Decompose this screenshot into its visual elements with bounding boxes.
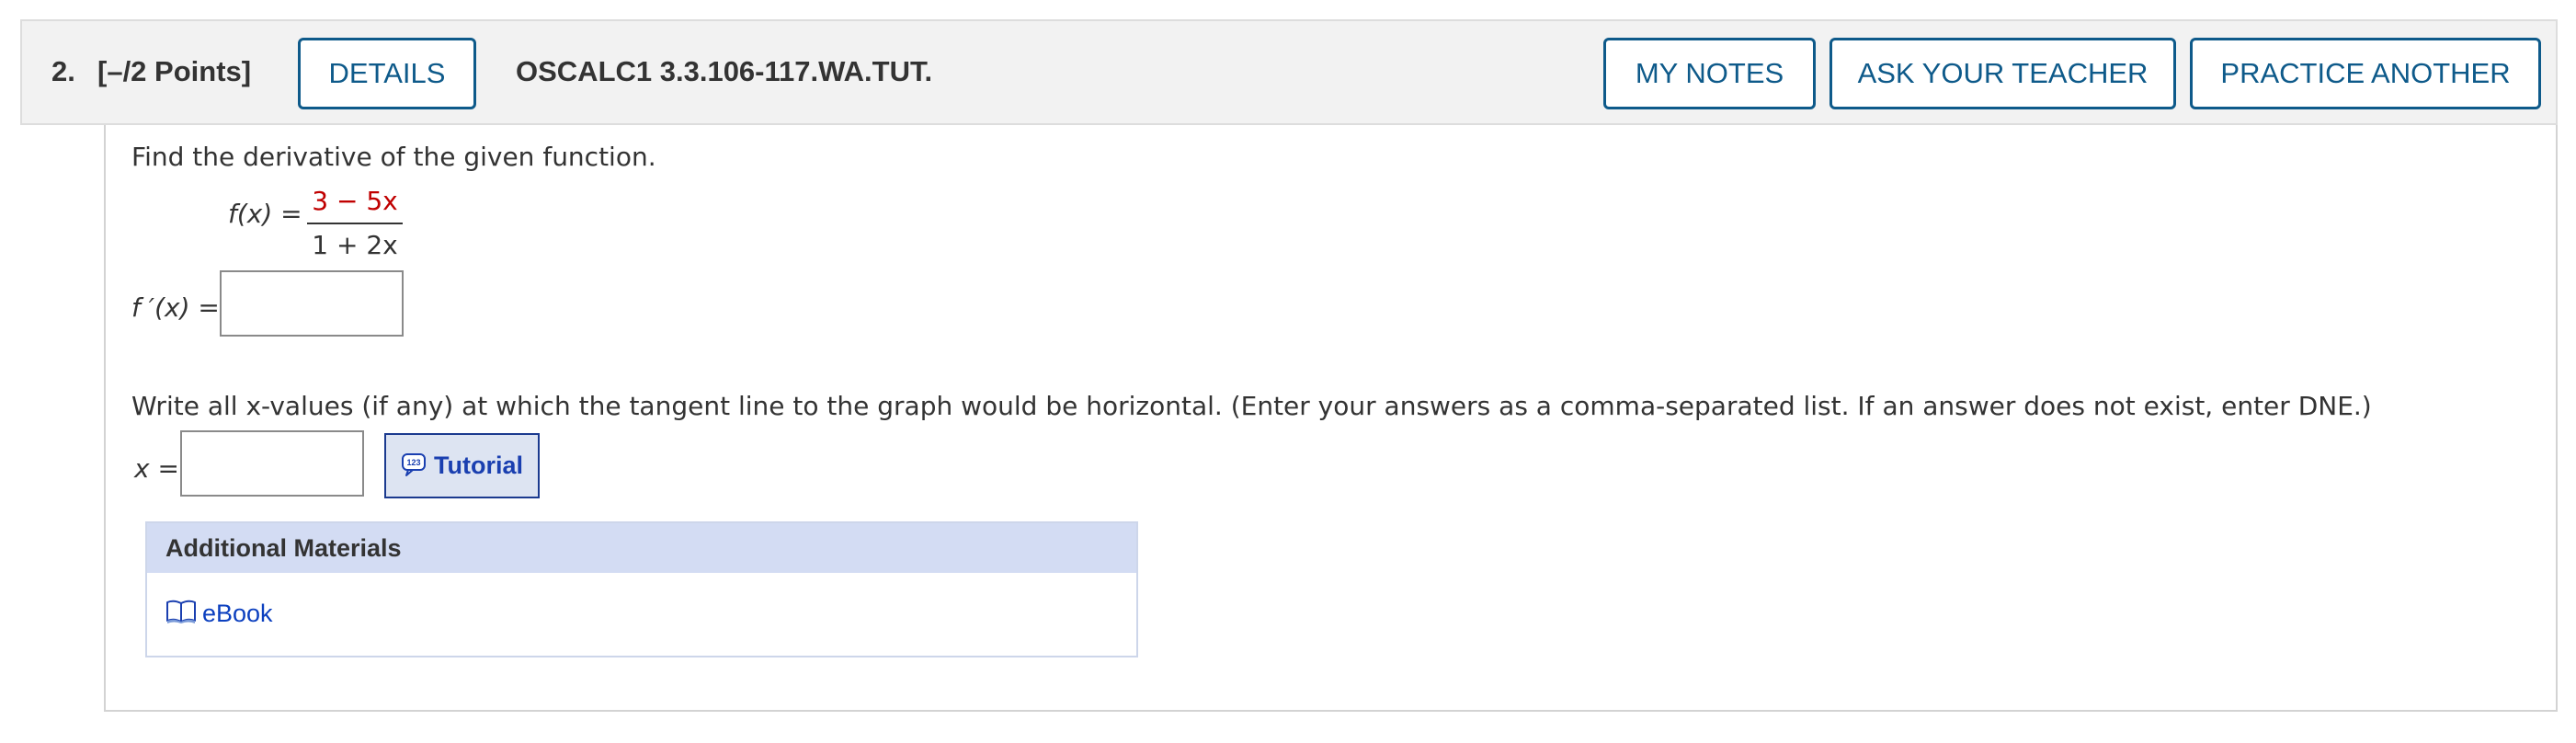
question-number: 2.: [51, 55, 75, 87]
calculator-chat-icon: 123: [401, 452, 427, 481]
fraction-denominator: 1 + 2x: [312, 230, 398, 260]
fraction-bar: [307, 223, 403, 224]
details-button[interactable]: DETAILS: [298, 38, 476, 109]
question-page: 2. [–/2 Points] DETAILS OSCALC1 3.3.106-…: [0, 0, 2576, 743]
function-lhs: f(x) =: [228, 199, 302, 229]
question-header: 2. [–/2 Points] DETAILS OSCALC1 3.3.106-…: [20, 19, 2558, 125]
question-prompt: Find the derivative of the given functio…: [131, 142, 656, 172]
derivative-answer-input[interactable]: [220, 270, 404, 337]
my-notes-button[interactable]: MY NOTES: [1603, 38, 1816, 109]
ebook-link[interactable]: eBook: [165, 599, 273, 628]
tutorial-label: Tutorial: [434, 452, 523, 479]
additional-materials-heading: Additional Materials: [147, 523, 1136, 573]
practice-another-button[interactable]: PRACTICE ANOTHER: [2190, 38, 2541, 109]
ebook-label: eBook: [202, 599, 273, 627]
additional-materials-panel: Additional Materials eBook: [145, 521, 1138, 657]
horizontal-tangent-instruction: Write all x-values (if any) at which the…: [131, 391, 2372, 421]
x-values-label: x =: [134, 453, 179, 484]
tutorial-button[interactable]: 123 Tutorial: [384, 433, 540, 498]
fraction-numerator: 3 − 5x: [312, 186, 398, 216]
question-points: [–/2 Points]: [97, 55, 252, 87]
ask-your-teacher-button[interactable]: ASK YOUR TEACHER: [1829, 38, 2176, 109]
svg-text:123: 123: [406, 458, 420, 467]
function-lhs-text: f(x) =: [228, 199, 302, 229]
x-values-input[interactable]: [180, 430, 364, 497]
assignment-id: OSCALC1 3.3.106-117.WA.TUT.: [516, 55, 933, 87]
function-fraction: 3 − 5x 1 + 2x: [307, 186, 403, 260]
open-book-icon: [165, 599, 197, 628]
derivative-label: f ′(x) =: [131, 292, 220, 323]
